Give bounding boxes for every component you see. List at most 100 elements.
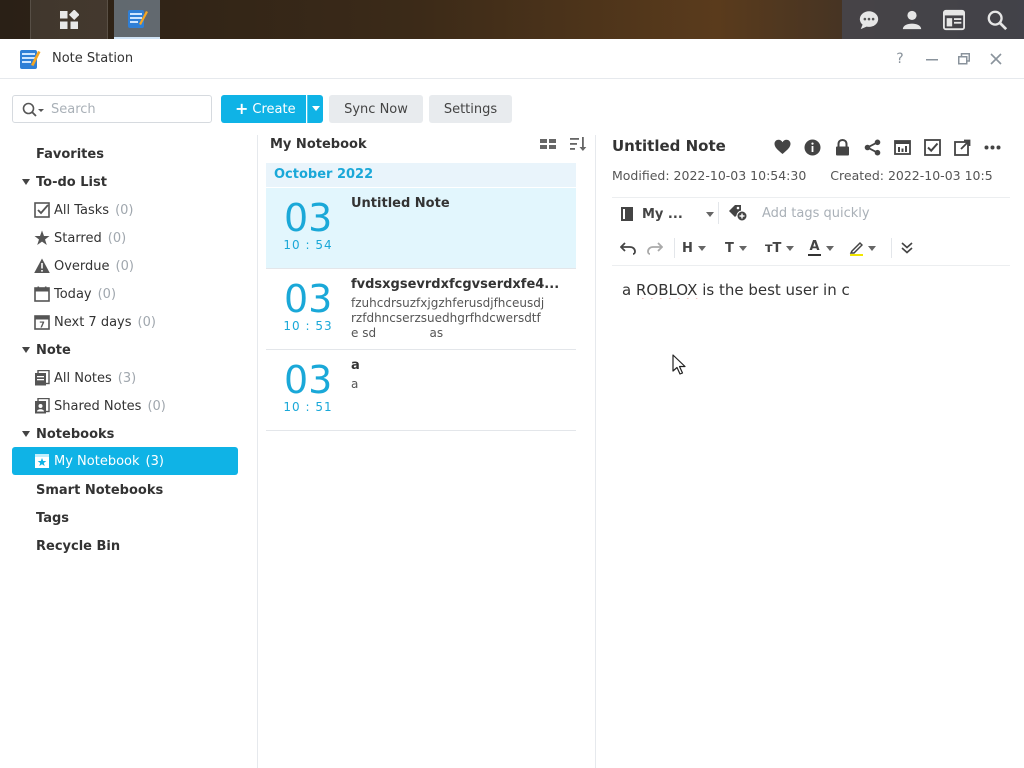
minimize-icon: [926, 59, 938, 61]
smart-notebooks-label: Smart Notebooks: [36, 482, 164, 498]
note-content[interactable]: a ROBLOX is the best user in c: [622, 281, 1002, 299]
star-icon: [34, 230, 50, 245]
shared-notes-icon: [35, 398, 50, 414]
more-formatting-button[interactable]: [901, 238, 913, 258]
note-time: 10 : 53: [283, 319, 333, 333]
note-time: 10 : 51: [283, 400, 333, 414]
text-color-dropdown[interactable]: A: [808, 238, 834, 258]
font-label: T: [725, 240, 734, 256]
create-button[interactable]: + Create: [221, 95, 306, 123]
share-button[interactable]: [862, 137, 882, 157]
create-dropdown-button[interactable]: [307, 95, 323, 123]
help-button[interactable]: ?: [890, 49, 910, 69]
sync-now-button[interactable]: Sync Now: [329, 95, 423, 123]
taskbar-tray: [842, 0, 1024, 39]
sidebar-item-smart-notebooks[interactable]: Smart Notebooks: [12, 476, 238, 504]
note-title: a: [351, 358, 360, 373]
grid-view-icon[interactable]: [539, 135, 557, 153]
minimize-button[interactable]: [922, 49, 942, 69]
dsm-taskbar: [0, 0, 1024, 39]
main-menu-button[interactable]: [30, 0, 108, 39]
sidebar-item-favorites[interactable]: Favorites: [12, 140, 238, 168]
widgets-icon[interactable]: [943, 9, 966, 31]
all-notes-count: (3): [117, 370, 137, 386]
note-content-suffix: is the best user in c: [697, 281, 850, 299]
note-item-fvdsx[interactable]: 03 10 : 53 fvdsxgsevrdxfcgvserdxfe4... f…: [266, 269, 576, 350]
notebook-select-value: My ...: [642, 206, 683, 222]
my-notebook-count: (3): [145, 453, 164, 469]
notebook-select[interactable]: My ...: [620, 204, 714, 224]
my-notebook-label: My Notebook: [54, 453, 140, 469]
today-label: Today: [54, 286, 92, 302]
search-box[interactable]: [12, 95, 212, 123]
grid-icon: [60, 9, 79, 29]
sidebar-item-today[interactable]: Today (0): [12, 280, 238, 308]
heart-icon: [774, 139, 790, 154]
highlight-dropdown[interactable]: [849, 238, 876, 258]
maximize-button[interactable]: [954, 49, 974, 69]
popout-button[interactable]: [952, 137, 972, 157]
close-button[interactable]: [986, 49, 1006, 69]
text-color-swatch: [808, 254, 821, 256]
font-dropdown[interactable]: T: [725, 238, 747, 258]
checkbox-icon: [923, 138, 941, 156]
sort-icon[interactable]: [569, 135, 587, 153]
next-7-days-count: (0): [137, 314, 156, 330]
calendar-week-icon: 7: [34, 315, 50, 330]
redo-button[interactable]: [647, 238, 663, 258]
sidebar-item-shared-notes[interactable]: Shared Notes (0): [12, 392, 238, 420]
search-icon[interactable]: [986, 9, 1008, 31]
user-icon[interactable]: [901, 9, 923, 31]
note-day: 03: [284, 358, 333, 402]
starred-label: Starred: [54, 230, 102, 246]
note-station-taskbar-button[interactable]: [114, 0, 160, 39]
sidebar-item-all-notes[interactable]: All Notes (3): [12, 364, 238, 392]
editor-note-title[interactable]: Untitled Note: [612, 137, 726, 155]
sidebar-item-my-notebook[interactable]: My Notebook (3): [12, 447, 238, 475]
note-station-logo-icon: [20, 50, 41, 69]
info-button[interactable]: [802, 137, 822, 157]
sidebar-group-notebooks[interactable]: Notebooks: [12, 420, 238, 448]
sidebar-group-note[interactable]: Note: [12, 336, 238, 364]
chevron-down-icon: [868, 245, 876, 251]
chat-icon[interactable]: [858, 9, 880, 31]
note-station-icon: [128, 9, 148, 28]
notes-icon: [35, 370, 50, 386]
favorite-button[interactable]: [772, 137, 792, 157]
lock-button[interactable]: [832, 137, 852, 157]
today-count: (0): [97, 286, 117, 302]
sidebar-item-overdue[interactable]: Overdue (0): [12, 252, 238, 280]
checkbox-icon: [34, 202, 50, 218]
redo-icon: [647, 242, 663, 255]
more-button[interactable]: [982, 137, 1002, 157]
sidebar-item-all-tasks[interactable]: All Tasks (0): [12, 196, 238, 224]
font-size-dropdown[interactable]: ᴛT: [765, 238, 795, 258]
note-day: 03: [284, 277, 333, 321]
undo-button[interactable]: [620, 238, 636, 258]
highlighter-icon: [849, 241, 863, 254]
sidebar-item-tags[interactable]: Tags: [12, 504, 238, 532]
note-item-a[interactable]: 03 10 : 51 a a: [266, 350, 576, 431]
todo-button[interactable]: [922, 137, 942, 157]
presentation-button[interactable]: [892, 137, 912, 157]
lock-icon: [835, 138, 849, 155]
note-item-untitled[interactable]: 03 10 : 54 Untitled Note: [266, 188, 576, 269]
next-7-days-label: Next 7 days: [54, 314, 132, 330]
sidebar-item-recycle-bin[interactable]: Recycle Bin: [12, 532, 238, 560]
tags-input[interactable]: [762, 203, 962, 223]
sidebar-item-next-7-days[interactable]: 7 Next 7 days (0): [12, 308, 238, 336]
settings-button[interactable]: Settings: [429, 95, 512, 123]
all-tasks-label: All Tasks: [54, 202, 110, 218]
warning-icon: [34, 258, 50, 273]
misspelled-word: ROBLOX: [635, 281, 698, 299]
heading-dropdown[interactable]: H: [682, 238, 706, 258]
calendar-icon: [34, 286, 50, 302]
undo-icon: [620, 242, 636, 255]
search-input[interactable]: [51, 100, 206, 118]
notebook-icon: [621, 207, 633, 221]
window-titlebar[interactable]: Note Station ?: [0, 39, 1024, 79]
more-icon: [984, 145, 1000, 149]
note-title: Untitled Note: [351, 196, 450, 211]
sidebar-group-todo[interactable]: To-do List: [12, 168, 238, 196]
sidebar-item-starred[interactable]: Starred (0): [12, 224, 238, 252]
